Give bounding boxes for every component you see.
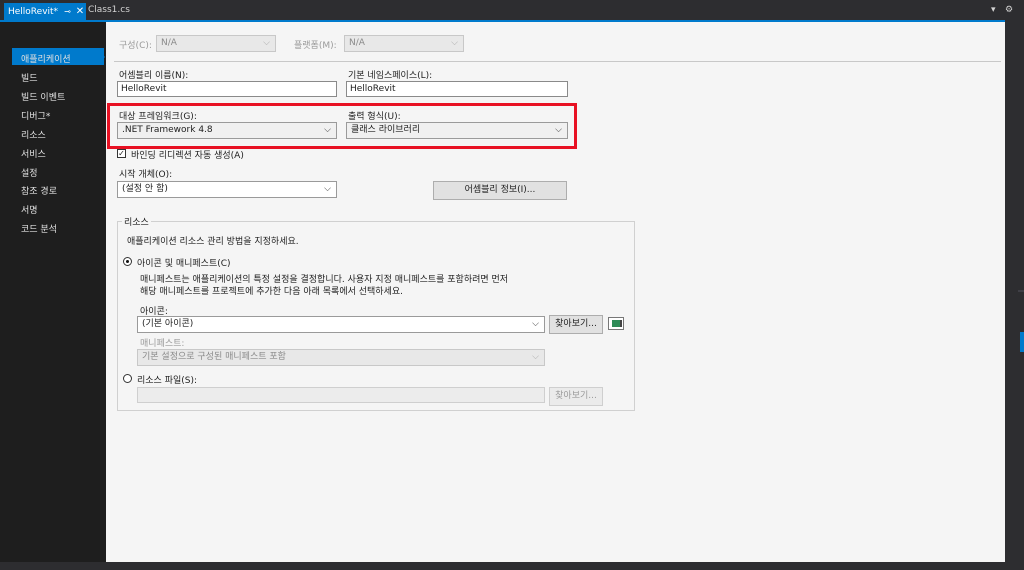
property-nav: 애플리케이션 빌드 빌드 이벤트 디버그* 리소스 서비스 설정 참조 경로 서…	[0, 22, 106, 562]
assembly-name-label: 어셈블리 이름(N):	[119, 71, 189, 81]
nav-item-signing[interactable]: 서명	[21, 203, 38, 216]
nav-item-settings[interactable]: 설정	[21, 166, 38, 179]
assembly-info-button[interactable]: 어셈블리 정보(I)...	[433, 181, 567, 200]
tab-hellorevit-label: HelloRevit*	[8, 6, 59, 17]
icon-select-value: (기본 아이콘)	[142, 319, 194, 329]
startup-object-value: (설정 안 함)	[122, 184, 168, 194]
icon-preview	[608, 317, 624, 330]
chevron-down-icon: ⌵	[532, 352, 539, 362]
manifest-select-value: 기본 설정으로 구성된 매니페스트 포함	[142, 352, 286, 362]
dock-divider	[1018, 290, 1024, 292]
document-tab-bar	[0, 0, 1024, 20]
default-namespace-input[interactable]: HelloRevit	[346, 81, 568, 97]
platform-label: 플랫폼(M):	[294, 41, 337, 51]
icon-manifest-radio-label: 아이콘 및 매니페스트(C)	[137, 259, 231, 269]
tab-class1[interactable]: Class1.cs	[88, 5, 130, 15]
application-page: 구성(C): N/A ⌵ 플랫폼(M): N/A ⌵ 어셈블리 이름(N): H…	[106, 22, 1005, 562]
default-namespace-label: 기본 네임스페이스(L):	[348, 71, 433, 81]
platform-value: N/A	[349, 38, 365, 48]
nav-item-services[interactable]: 서비스	[21, 147, 46, 160]
resource-file-radio-label: 리소스 파일(S):	[137, 376, 198, 386]
binding-redirect-label: 바인딩 리디렉션 자동 생성(A)	[131, 151, 244, 161]
platform-select[interactable]: N/A ⌵	[344, 35, 464, 52]
chevron-down-icon: ⌵	[263, 38, 270, 48]
resources-group-title: 리소스	[122, 215, 151, 228]
tab-dropdown-icon[interactable]: ▾	[991, 5, 996, 15]
config-select[interactable]: N/A ⌵	[156, 35, 276, 52]
tab-hellorevit[interactable]: HelloRevit* ⊸ ✕	[4, 3, 86, 20]
nav-item-code-analysis[interactable]: 코드 분석	[21, 222, 57, 235]
icon-select[interactable]: (기본 아이콘) ⌵	[137, 316, 545, 333]
nav-item-application[interactable]: 애플리케이션	[21, 52, 71, 65]
binding-redirect-checkbox[interactable]: ✓	[117, 149, 126, 158]
divider	[114, 61, 1001, 62]
close-icon[interactable]: ✕	[76, 6, 84, 17]
dock-tab-indicator[interactable]	[1020, 332, 1024, 352]
resource-file-browse-button[interactable]: 찾아보기...	[549, 387, 603, 406]
resource-file-radio[interactable]	[123, 374, 132, 383]
assembly-name-input[interactable]: HelloRevit	[117, 81, 337, 97]
nav-item-build[interactable]: 빌드	[21, 71, 38, 84]
resource-file-input[interactable]	[137, 387, 545, 403]
right-dock-strip	[1005, 20, 1024, 562]
icon-browse-button[interactable]: 찾아보기...	[549, 315, 603, 334]
nav-selection-arrow	[99, 51, 105, 63]
nav-item-resources[interactable]: 리소스	[21, 128, 46, 141]
config-value: N/A	[161, 38, 177, 48]
chevron-down-icon: ⌵	[532, 319, 539, 329]
highlight-box	[107, 103, 577, 149]
bottom-bar	[0, 562, 1024, 570]
settings-icon[interactable]: ⚙	[1005, 5, 1013, 15]
startup-object-select[interactable]: (설정 안 함) ⌵	[117, 181, 337, 198]
chevron-down-icon: ⌵	[324, 184, 331, 194]
chevron-down-icon: ⌵	[451, 38, 458, 48]
nav-item-build-events[interactable]: 빌드 이벤트	[21, 90, 65, 103]
startup-object-label: 시작 개체(O):	[119, 170, 173, 180]
manifest-description-line2: 해당 매니페스트를 프로젝트에 추가한 다음 아래 목록에서 선택하세요.	[140, 287, 404, 297]
nav-item-debug[interactable]: 디버그*	[21, 109, 50, 122]
manifest-label: 매니페스트:	[140, 339, 185, 349]
icon-manifest-radio[interactable]	[123, 257, 132, 266]
manifest-select[interactable]: 기본 설정으로 구성된 매니페스트 포함 ⌵	[137, 349, 545, 366]
resources-description: 애플리케이션 리소스 관리 방법을 지정하세요.	[127, 237, 299, 247]
nav-item-reference-paths[interactable]: 참조 경로	[21, 184, 57, 197]
config-label: 구성(C):	[119, 41, 152, 51]
pin-icon[interactable]: ⊸	[64, 7, 71, 16]
